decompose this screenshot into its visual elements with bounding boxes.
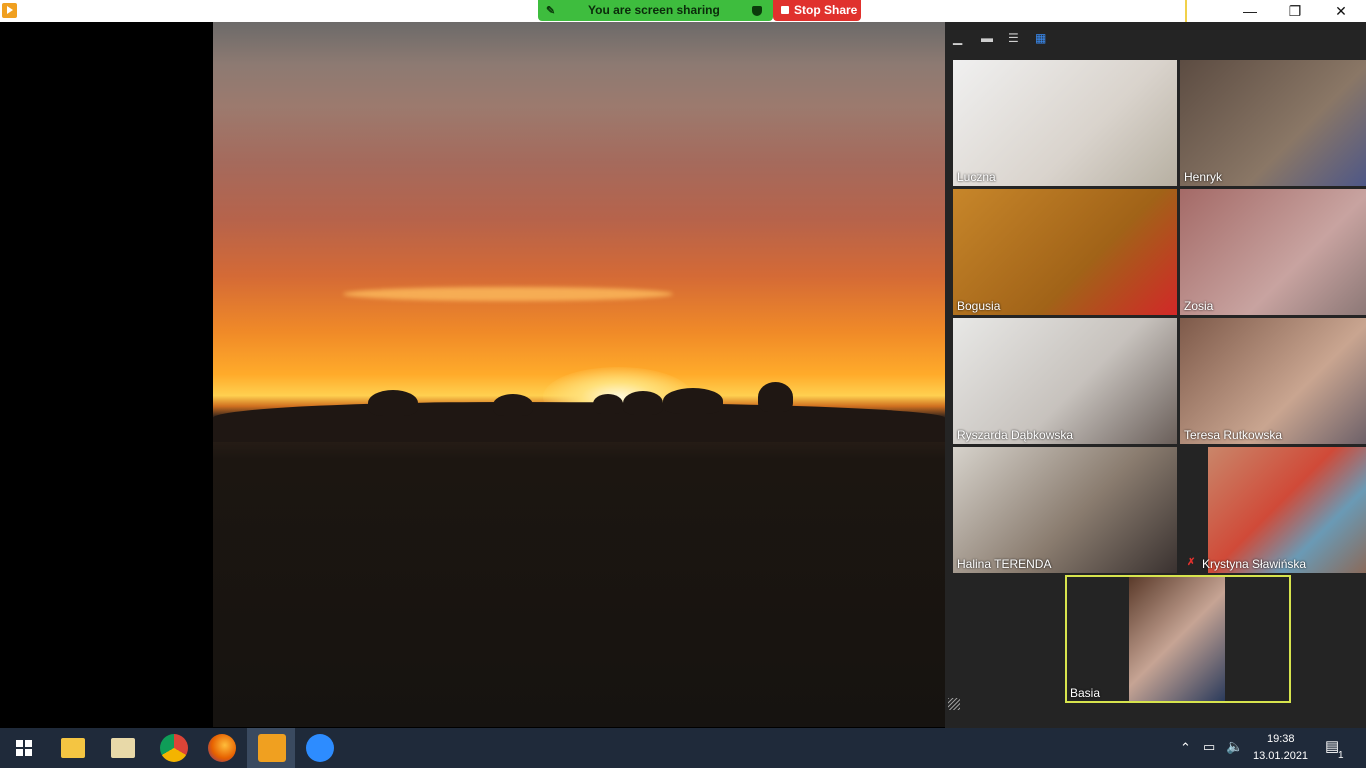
clock-time[interactable]: 19:38	[1267, 733, 1295, 745]
participant-name: Teresa Rutkowska	[1184, 428, 1283, 442]
firefox-icon[interactable]	[208, 734, 236, 762]
participant-name: Zosia	[1184, 299, 1214, 313]
participant-tile[interactable]: Henryk	[1180, 60, 1366, 186]
participant-tile[interactable]: Teresa Rutkowska	[1180, 318, 1366, 444]
horizon	[213, 402, 945, 442]
stop-share-label: Stop Share	[794, 3, 858, 17]
mail-icon[interactable]	[111, 738, 135, 758]
participant-name: Luczna	[957, 170, 996, 184]
participant-name: Henryk	[1184, 170, 1223, 184]
participant-tile[interactable]: Bogusia	[953, 189, 1177, 315]
participant-name: Krystyna Sławińska	[1202, 557, 1307, 571]
participant-tile[interactable]: Zosia	[1180, 189, 1366, 315]
strip-view-icon[interactable]: ☰	[1008, 31, 1019, 45]
tree-silhouette	[663, 388, 723, 414]
screen-sharing-status: You are screen sharing	[588, 3, 720, 17]
participant-name: Halina TERENDA	[957, 557, 1052, 571]
tree-silhouette	[758, 382, 793, 412]
tree-silhouette	[493, 394, 533, 416]
battery-icon[interactable]: ▭	[1203, 739, 1215, 755]
chrome-icon[interactable]	[160, 734, 188, 762]
windows-taskbar: ⌃ ▭ 🔈 19:38 13.01.2021 ▤ 1	[0, 728, 1366, 768]
zoom-icon[interactable]	[306, 734, 334, 762]
volume-icon[interactable]: 🔈	[1226, 738, 1243, 755]
tree-silhouette	[593, 394, 623, 414]
cloud	[343, 287, 673, 301]
participant-tile-active-speaker[interactable]: Basia	[1065, 575, 1291, 703]
shared-sunset-image	[213, 22, 945, 727]
minimize-view-icon[interactable]: ▁	[953, 31, 962, 45]
close-button[interactable]: ✕	[1318, 0, 1364, 22]
stop-share-button[interactable]: Stop Share	[773, 0, 861, 21]
zoom-share-icon[interactable]	[258, 734, 286, 762]
participant-tile[interactable]: Ryszarda Dąbkowska	[953, 318, 1177, 444]
gallery-view-icon[interactable]: ▦	[1035, 31, 1046, 45]
participant-tile[interactable]: Luczna	[953, 60, 1177, 186]
screen-sharing-banner[interactable]: ✎ You are screen sharing	[538, 0, 773, 21]
tree-silhouette	[623, 391, 663, 415]
minimize-button[interactable]: —	[1227, 0, 1273, 22]
file-explorer-icon[interactable]	[61, 738, 85, 758]
speaker-view-icon[interactable]: ▬	[981, 31, 993, 45]
participant-video	[1208, 447, 1366, 573]
shield-icon	[752, 6, 762, 16]
participant-video	[1129, 577, 1225, 701]
notification-count: 1	[1338, 750, 1344, 761]
windows-start-icon[interactable]	[16, 740, 32, 756]
pin-icon: ✎	[546, 5, 556, 17]
chevron-up-icon[interactable]: ⌃	[1180, 740, 1191, 756]
participant-name: Basia	[1070, 686, 1101, 700]
resize-grip-icon[interactable]	[948, 698, 960, 710]
participant-name: Bogusia	[957, 299, 1001, 313]
participant-tile[interactable]: ✗ Krystyna Sławińska	[1180, 447, 1366, 573]
participant-name: Ryszarda Dąbkowska	[957, 428, 1074, 442]
tree-silhouette	[368, 390, 418, 416]
accent-line	[1185, 0, 1187, 22]
app-icon	[2, 3, 17, 18]
stop-icon	[781, 6, 789, 14]
participant-tile[interactable]: Halina TERENDA	[953, 447, 1177, 573]
mic-muted-icon: ✗	[1187, 557, 1196, 568]
clock-date[interactable]: 13.01.2021	[1253, 750, 1308, 762]
maximize-button[interactable]: ❐	[1272, 0, 1318, 22]
